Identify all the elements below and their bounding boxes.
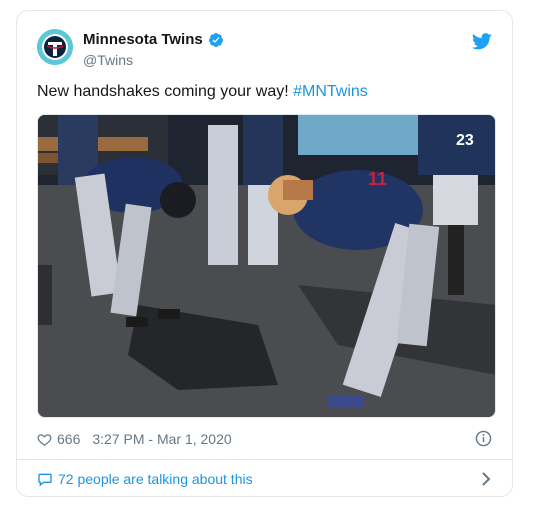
avatar[interactable]	[37, 29, 73, 65]
divider	[17, 459, 512, 460]
tweet-text: New handshakes coming your way! #MNTwins	[37, 81, 492, 103]
tweet-timestamp[interactable]: 3:27 PM - Mar 1, 2020	[92, 431, 231, 447]
speech-bubble-icon	[38, 473, 52, 487]
conversation-text[interactable]: 72 people are talking about this	[58, 471, 253, 487]
twitter-bird-icon[interactable]	[472, 33, 492, 50]
tweet-meta: 666 3:27 PM - Mar 1, 2020	[37, 429, 492, 449]
svg-text:23: 23	[456, 132, 474, 149]
hashtag-link[interactable]: #MNTwins	[293, 83, 368, 100]
heart-icon[interactable]	[37, 432, 52, 447]
handle[interactable]: @Twins	[83, 51, 224, 69]
conversation-link[interactable]: 72 people are talking about this	[37, 469, 492, 489]
chevron-right-icon[interactable]	[480, 471, 492, 487]
verified-badge-icon	[208, 33, 223, 47]
info-icon[interactable]	[475, 430, 492, 447]
display-name[interactable]: Minnesota Twins	[83, 31, 203, 49]
tweet-photo[interactable]: 23 11	[37, 114, 496, 418]
tweet-header: Minnesota Twins @Twins	[37, 29, 492, 73]
like-count[interactable]: 666	[57, 431, 80, 447]
tweet-card: Minnesota Twins @Twins New handshakes co…	[16, 10, 513, 497]
author-names[interactable]: Minnesota Twins @Twins	[83, 31, 224, 69]
svg-text:11: 11	[368, 169, 387, 189]
tweet-text-plain: New handshakes coming your way!	[37, 83, 294, 100]
